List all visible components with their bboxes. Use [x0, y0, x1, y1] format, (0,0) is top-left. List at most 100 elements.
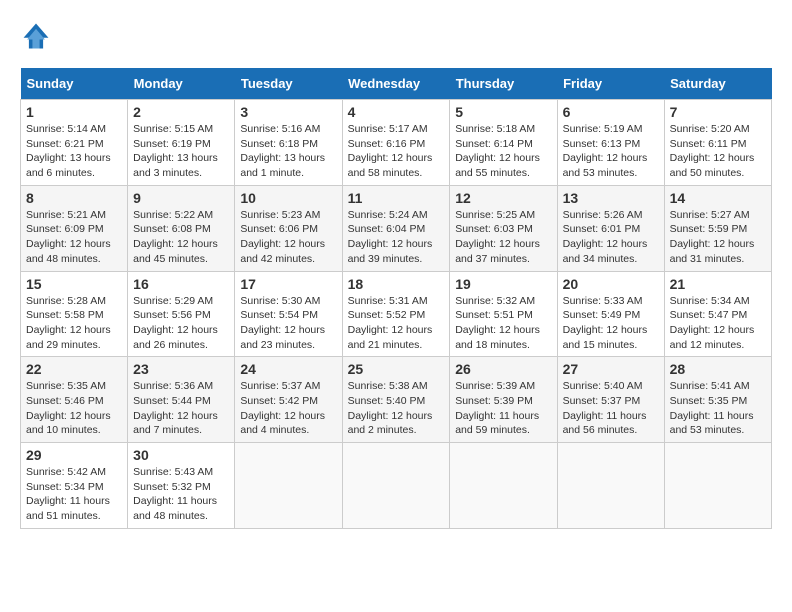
day-cell: 26 Sunrise: 5:39 AM Sunset: 5:39 PM Dayli…: [450, 357, 557, 443]
day-cell: 25Sunrise: 5:38 AM Sunset: 5:40 PM Dayli…: [342, 357, 450, 443]
day-info: Sunrise: 5:24 AM Sunset: 6:04 PM Dayligh…: [348, 208, 445, 267]
day-number: 6: [563, 104, 659, 120]
day-info: Sunrise: 5:32 AM Sunset: 5:51 PM Dayligh…: [455, 294, 551, 353]
logo-icon: [20, 20, 52, 52]
day-number: 8: [26, 190, 122, 206]
day-number: 16: [133, 276, 229, 292]
day-cell: 30 Sunrise: 5:43 AM Sunset: 5:32 PM Dayli…: [128, 443, 235, 529]
day-cell: [557, 443, 664, 529]
day-info: Sunrise: 5:19 AM Sunset: 6:13 PM Dayligh…: [563, 122, 659, 181]
column-header-friday: Friday: [557, 68, 664, 100]
day-number: 19: [455, 276, 551, 292]
day-info: Sunrise: 5:31 AM Sunset: 5:52 PM Dayligh…: [348, 294, 445, 353]
day-number: 5: [455, 104, 551, 120]
day-cell: 8 Sunrise: 5:21 AM Sunset: 6:09 PM Daylig…: [21, 185, 128, 271]
day-info: Sunrise: 5:39 AM Sunset: 5:39 PM Dayligh…: [455, 379, 551, 438]
week-row-4: 22 Sunrise: 5:35 AM Sunset: 5:46 PM Dayli…: [21, 357, 772, 443]
day-info: Sunrise: 5:36 AM Sunset: 5:44 PM Dayligh…: [133, 379, 229, 438]
day-info: Sunrise: 5:25 AM Sunset: 6:03 PM Dayligh…: [455, 208, 551, 267]
day-info: Sunrise: 5:43 AM Sunset: 5:32 PM Dayligh…: [133, 465, 229, 524]
header-row: SundayMondayTuesdayWednesdayThursdayFrid…: [21, 68, 772, 100]
day-info: Sunrise: 5:21 AM Sunset: 6:09 PM Dayligh…: [26, 208, 122, 267]
day-info: Sunrise: 5:34 AM Sunset: 5:47 PM Dayligh…: [670, 294, 766, 353]
day-cell: 20 Sunrise: 5:33 AM Sunset: 5:49 PM Dayli…: [557, 271, 664, 357]
day-number: 21: [670, 276, 766, 292]
day-cell: 1 Sunrise: 5:14 AM Sunset: 6:21 PM Daylig…: [21, 100, 128, 186]
day-cell: 18Sunrise: 5:31 AM Sunset: 5:52 PM Dayli…: [342, 271, 450, 357]
day-number: 1: [26, 104, 122, 120]
day-cell: 6 Sunrise: 5:19 AM Sunset: 6:13 PM Daylig…: [557, 100, 664, 186]
day-number: 11: [348, 190, 445, 206]
day-number: 14: [670, 190, 766, 206]
day-number: 27: [563, 361, 659, 377]
day-cell: [235, 443, 342, 529]
day-number: 13: [563, 190, 659, 206]
day-cell: 2Sunrise: 5:15 AM Sunset: 6:19 PM Daylig…: [128, 100, 235, 186]
day-info: Sunrise: 5:28 AM Sunset: 5:58 PM Dayligh…: [26, 294, 122, 353]
day-number: 22: [26, 361, 122, 377]
day-cell: 16 Sunrise: 5:29 AM Sunset: 5:56 PM Dayli…: [128, 271, 235, 357]
day-info: Sunrise: 5:17 AM Sunset: 6:16 PM Dayligh…: [348, 122, 445, 181]
week-row-1: 1 Sunrise: 5:14 AM Sunset: 6:21 PM Daylig…: [21, 100, 772, 186]
day-cell: 15 Sunrise: 5:28 AM Sunset: 5:58 PM Dayli…: [21, 271, 128, 357]
day-number: 24: [240, 361, 336, 377]
day-info: Sunrise: 5:33 AM Sunset: 5:49 PM Dayligh…: [563, 294, 659, 353]
week-row-3: 15 Sunrise: 5:28 AM Sunset: 5:58 PM Dayli…: [21, 271, 772, 357]
day-info: Sunrise: 5:40 AM Sunset: 5:37 PM Dayligh…: [563, 379, 659, 438]
day-info: Sunrise: 5:35 AM Sunset: 5:46 PM Dayligh…: [26, 379, 122, 438]
day-number: 12: [455, 190, 551, 206]
day-cell: 5 Sunrise: 5:18 AM Sunset: 6:14 PM Daylig…: [450, 100, 557, 186]
day-info: Sunrise: 5:23 AM Sunset: 6:06 PM Dayligh…: [240, 208, 336, 267]
day-number: 26: [455, 361, 551, 377]
day-number: 30: [133, 447, 229, 463]
day-info: Sunrise: 5:22 AM Sunset: 6:08 PM Dayligh…: [133, 208, 229, 267]
day-cell: 7Sunrise: 5:20 AM Sunset: 6:11 PM Daylig…: [664, 100, 771, 186]
day-cell: 14 Sunrise: 5:27 AM Sunset: 5:59 PM Dayli…: [664, 185, 771, 271]
day-cell: 4 Sunrise: 5:17 AM Sunset: 6:16 PM Daylig…: [342, 100, 450, 186]
day-number: 28: [670, 361, 766, 377]
day-info: Sunrise: 5:30 AM Sunset: 5:54 PM Dayligh…: [240, 294, 336, 353]
day-cell: [342, 443, 450, 529]
day-cell: 12 Sunrise: 5:25 AM Sunset: 6:03 PM Dayli…: [450, 185, 557, 271]
day-number: 9: [133, 190, 229, 206]
day-info: Sunrise: 5:41 AM Sunset: 5:35 PM Dayligh…: [670, 379, 766, 438]
day-number: 29: [26, 447, 122, 463]
day-info: Sunrise: 5:18 AM Sunset: 6:14 PM Dayligh…: [455, 122, 551, 181]
day-info: Sunrise: 5:16 AM Sunset: 6:18 PM Dayligh…: [240, 122, 336, 181]
logo: [20, 20, 56, 52]
day-info: Sunrise: 5:42 AM Sunset: 5:34 PM Dayligh…: [26, 465, 122, 524]
day-number: 2: [133, 104, 229, 120]
day-number: 20: [563, 276, 659, 292]
column-header-thursday: Thursday: [450, 68, 557, 100]
day-number: 3: [240, 104, 336, 120]
day-cell: 3 Sunrise: 5:16 AM Sunset: 6:18 PM Daylig…: [235, 100, 342, 186]
day-cell: 13 Sunrise: 5:26 AM Sunset: 6:01 PM Dayli…: [557, 185, 664, 271]
column-header-sunday: Sunday: [21, 68, 128, 100]
day-number: 7: [670, 104, 766, 120]
day-info: Sunrise: 5:26 AM Sunset: 6:01 PM Dayligh…: [563, 208, 659, 267]
day-cell: 22 Sunrise: 5:35 AM Sunset: 5:46 PM Dayli…: [21, 357, 128, 443]
day-cell: 10 Sunrise: 5:23 AM Sunset: 6:06 PM Dayli…: [235, 185, 342, 271]
day-number: 4: [348, 104, 445, 120]
day-cell: 21 Sunrise: 5:34 AM Sunset: 5:47 PM Dayli…: [664, 271, 771, 357]
day-number: 23: [133, 361, 229, 377]
week-row-2: 8 Sunrise: 5:21 AM Sunset: 6:09 PM Daylig…: [21, 185, 772, 271]
day-info: Sunrise: 5:14 AM Sunset: 6:21 PM Dayligh…: [26, 122, 122, 181]
day-cell: [450, 443, 557, 529]
day-number: 10: [240, 190, 336, 206]
day-cell: 29 Sunrise: 5:42 AM Sunset: 5:34 PM Dayli…: [21, 443, 128, 529]
day-cell: 17 Sunrise: 5:30 AM Sunset: 5:54 PM Dayli…: [235, 271, 342, 357]
column-header-tuesday: Tuesday: [235, 68, 342, 100]
day-info: Sunrise: 5:27 AM Sunset: 5:59 PM Dayligh…: [670, 208, 766, 267]
day-info: Sunrise: 5:29 AM Sunset: 5:56 PM Dayligh…: [133, 294, 229, 353]
day-number: 15: [26, 276, 122, 292]
day-info: Sunrise: 5:38 AM Sunset: 5:40 PM Dayligh…: [348, 379, 445, 438]
column-header-saturday: Saturday: [664, 68, 771, 100]
day-info: Sunrise: 5:37 AM Sunset: 5:42 PM Dayligh…: [240, 379, 336, 438]
day-cell: 27 Sunrise: 5:40 AM Sunset: 5:37 PM Dayli…: [557, 357, 664, 443]
day-cell: 9 Sunrise: 5:22 AM Sunset: 6:08 PM Daylig…: [128, 185, 235, 271]
day-cell: 28 Sunrise: 5:41 AM Sunset: 5:35 PM Dayli…: [664, 357, 771, 443]
day-cell: 23 Sunrise: 5:36 AM Sunset: 5:44 PM Dayli…: [128, 357, 235, 443]
day-number: 17: [240, 276, 336, 292]
day-cell: 24 Sunrise: 5:37 AM Sunset: 5:42 PM Dayli…: [235, 357, 342, 443]
